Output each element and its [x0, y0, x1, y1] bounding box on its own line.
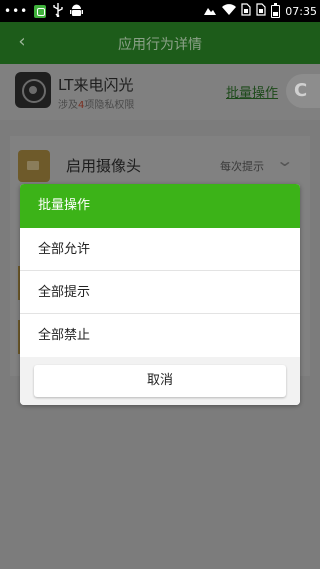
- sim1-icon: [241, 3, 251, 19]
- battery-icon: [271, 2, 281, 18]
- app-permission-summary: 涉及4项隐私权限: [58, 96, 134, 111]
- sim2-icon: [256, 3, 266, 19]
- option-prompt-all[interactable]: 全部提示: [20, 271, 300, 314]
- shield-icon: [34, 4, 47, 18]
- option-deny-all[interactable]: 全部禁止: [20, 314, 300, 357]
- wifi-icon: [222, 3, 237, 19]
- usb-icon: [52, 2, 64, 20]
- toolbar: ‹ 应用行为详情: [0, 22, 320, 64]
- floating-clean-icon[interactable]: C: [286, 74, 320, 108]
- weather-icon: [203, 4, 217, 19]
- dialog-title: 批量操作: [20, 184, 300, 228]
- summary-suffix: 项隐私权限: [84, 100, 135, 111]
- batch-operation-link[interactable]: 批量操作: [226, 82, 278, 101]
- cancel-button[interactable]: 取消: [34, 365, 286, 397]
- permission-label: 启用摄像头: [66, 157, 142, 175]
- android-icon: [70, 3, 84, 20]
- summary-prefix: 涉及: [58, 100, 78, 111]
- chevron-down-icon[interactable]: ⌄: [275, 151, 294, 170]
- notification-dots: •••: [4, 4, 29, 18]
- app-icon: [15, 72, 51, 108]
- permission-value[interactable]: 每次提示: [220, 158, 264, 174]
- status-bar: ••• 07:35: [0, 0, 320, 22]
- camera-icon: [18, 150, 50, 182]
- status-time: 07:35: [285, 4, 317, 18]
- app-header: LT来电闪光 涉及4项隐私权限 批量操作: [0, 64, 320, 120]
- page-title: 应用行为详情: [118, 37, 202, 53]
- option-allow-all[interactable]: 全部允许: [20, 228, 300, 271]
- dialog-footer: 取消: [20, 357, 300, 405]
- app-name: LT来电闪光: [58, 76, 134, 94]
- batch-operation-dialog: 批量操作 全部允许 全部提示 全部禁止 取消: [20, 184, 300, 405]
